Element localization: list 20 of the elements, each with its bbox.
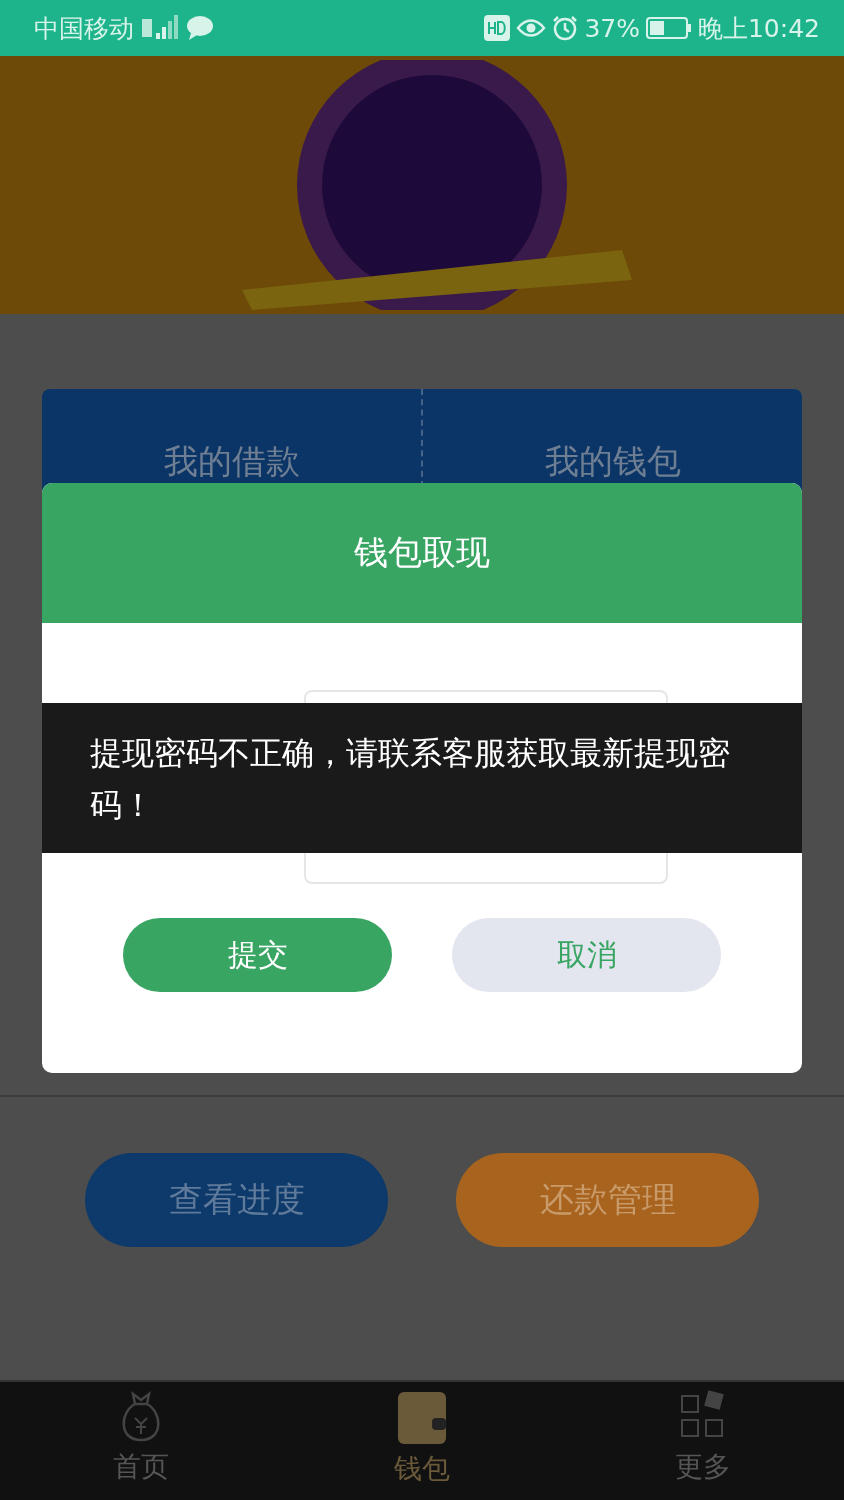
nav-tab[interactable]: 钱包 <box>281 1382 563 1500</box>
action-button[interactable]: 查看进度 <box>85 1153 388 1247</box>
message-icon <box>186 15 214 41</box>
alarm-icon <box>552 15 579 41</box>
nav-tab[interactable]: 首页 <box>0 1382 282 1500</box>
eye-icon <box>516 17 547 39</box>
nav-label: 首页 <box>112 1449 169 1485</box>
nav-label: 钱包 <box>394 1451 450 1487</box>
dialog-button[interactable]: 提交 <box>123 918 392 992</box>
carrier-name: 中国移动 <box>34 12 134 45</box>
dialog-title: 钱包取现 <box>42 483 802 623</box>
battery-icon <box>645 17 692 39</box>
action-button[interactable]: 还款管理 <box>456 1153 759 1247</box>
nav-label: 更多 <box>675 1449 732 1485</box>
clock-time: 晚上10:42 <box>697 12 820 45</box>
error-toast: 提现密码不正确，请联系客服获取最新提现密码！ <box>42 703 802 853</box>
nav-tab[interactable]: 更多 <box>562 1382 844 1500</box>
hd-icon <box>484 15 511 41</box>
battery-percent: 37% <box>584 13 640 43</box>
dialog-button[interactable]: 取消 <box>452 918 721 992</box>
